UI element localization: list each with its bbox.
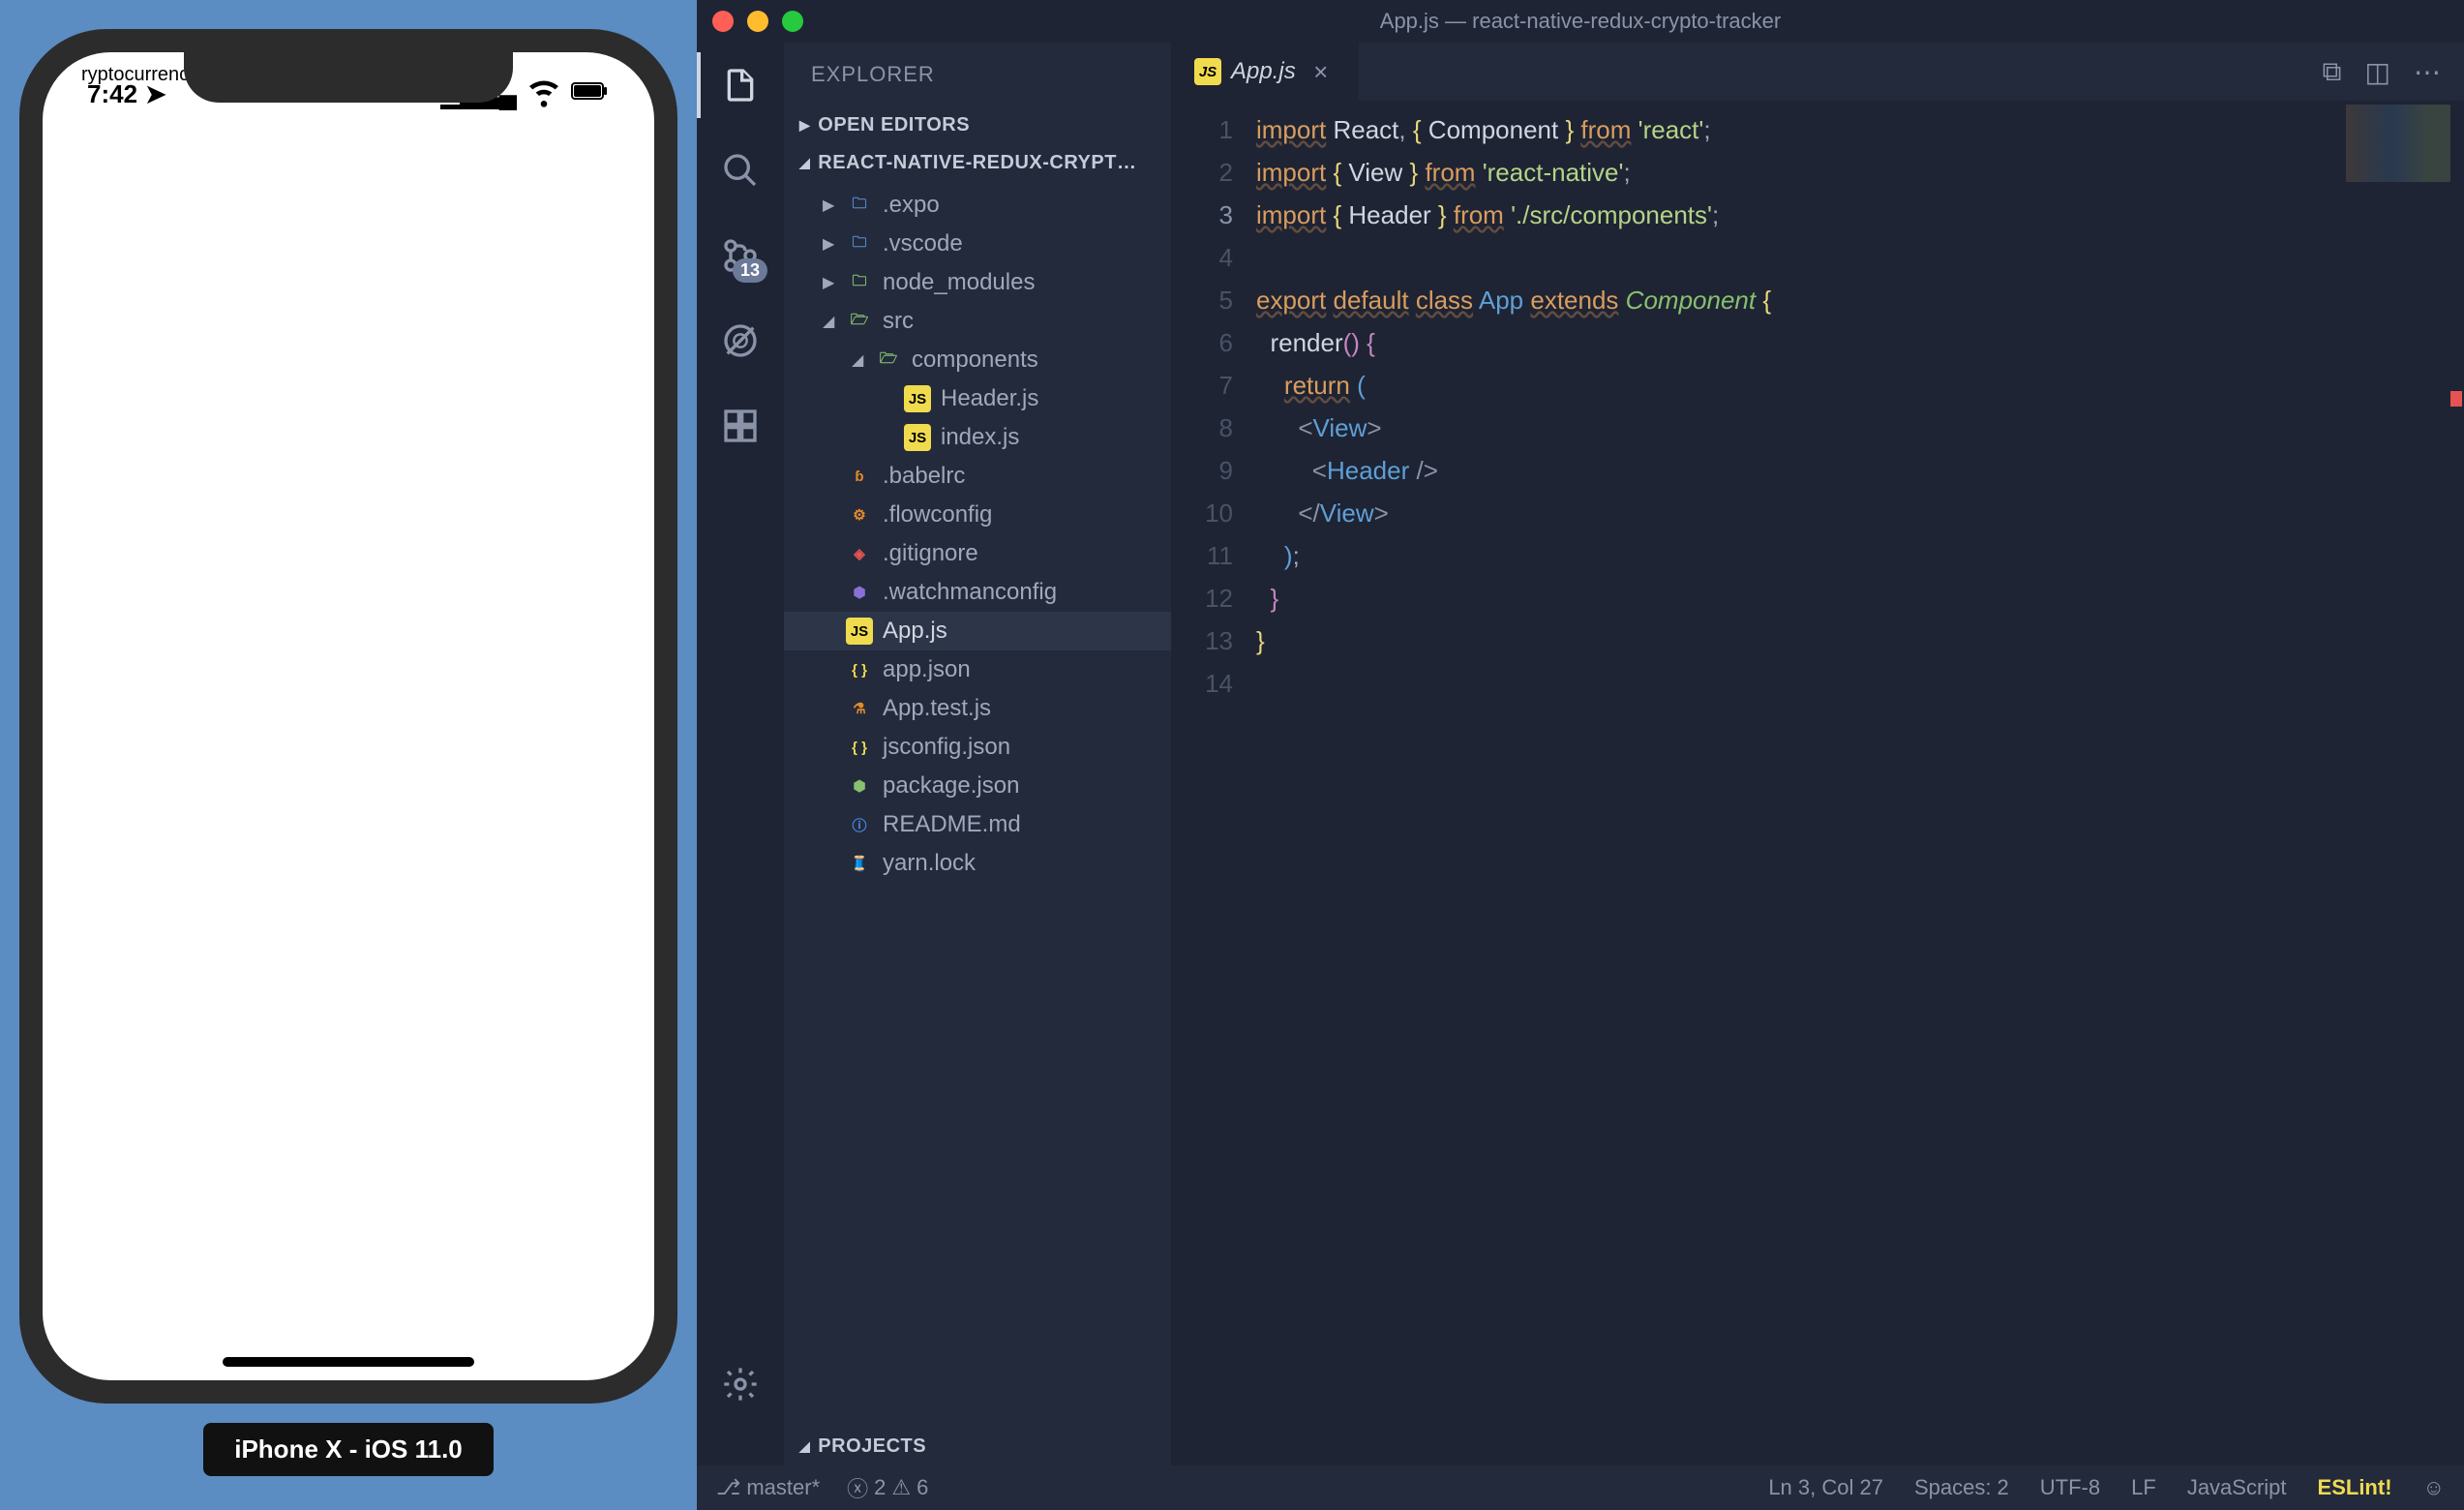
tabs-row: JS App.js × ⧉ ◫ ⋯ <box>1171 43 2464 101</box>
source-control-icon[interactable]: 13 <box>717 232 764 279</box>
editor-actions: ⧉ ◫ ⋯ <box>2323 56 2464 88</box>
tree-file-package-json[interactable]: ⬢package.json <box>784 767 1171 805</box>
tree-folder-node-modules[interactable]: ▶🗀node_modules <box>784 263 1171 302</box>
app-title-clipped: ryptocurrenc <box>81 64 189 86</box>
code-editor[interactable]: 1 2 3 4 5 6 7 8 9 10 11 12 13 14 import … <box>1171 101 2464 1465</box>
open-editors-section[interactable]: ▶OPEN EDITORS <box>784 106 1171 144</box>
close-window-button[interactable] <box>712 11 734 32</box>
home-indicator[interactable] <box>223 1357 474 1367</box>
minimize-window-button[interactable] <box>747 11 768 32</box>
workspace-section[interactable]: ◢REACT-NATIVE-REDUX-CRYPT… <box>784 144 1171 182</box>
debug-icon[interactable] <box>717 317 764 364</box>
split-editor-icon[interactable]: ◫ <box>2365 56 2390 88</box>
code-content[interactable]: import React, { Component } from 'react'… <box>1256 101 2464 1465</box>
git-branch[interactable]: ⎇ master* <box>716 1475 820 1500</box>
search-icon[interactable] <box>717 147 764 194</box>
tree-file-flowconfig[interactable]: ⚙.flowconfig <box>784 496 1171 534</box>
settings-gear-icon[interactable] <box>717 1361 764 1407</box>
error-icon: ⓧ <box>847 1472 868 1503</box>
tab-close-icon[interactable]: × <box>1306 57 1336 87</box>
extensions-icon[interactable] <box>717 403 764 449</box>
feedback-icon[interactable]: ☺ <box>2423 1475 2445 1500</box>
compare-icon[interactable]: ⧉ <box>2323 56 2342 88</box>
file-tree: ▶🗀.expo ▶🗀.vscode ▶🗀node_modules ◢🗁src ◢… <box>784 182 1171 887</box>
cursor-position[interactable]: Ln 3, Col 27 <box>1768 1475 1883 1500</box>
tree-file-watchmanconfig[interactable]: ⬢.watchmanconfig <box>784 573 1171 612</box>
line-number-gutter: 1 2 3 4 5 6 7 8 9 10 11 12 13 14 <box>1171 101 1256 1465</box>
phone-notch <box>184 52 513 103</box>
indentation[interactable]: Spaces: 2 <box>1914 1475 2009 1500</box>
tree-folder-vscode[interactable]: ▶🗀.vscode <box>784 225 1171 263</box>
editor-area: JS App.js × ⧉ ◫ ⋯ 1 2 3 4 5 6 <box>1171 43 2464 1465</box>
projects-section[interactable]: ◢PROJECTS <box>784 1428 1171 1465</box>
branch-icon: ⎇ <box>716 1475 740 1500</box>
ios-simulator-panel: ryptocurrenc 7:42 ➤ ▁▂▃▄ i <box>0 0 697 1510</box>
simulator-device-label: iPhone X - iOS 11.0 <box>203 1423 494 1476</box>
scm-badge: 13 <box>733 258 767 283</box>
battery-icon <box>571 72 610 117</box>
tree-file-gitignore[interactable]: ◈.gitignore <box>784 534 1171 573</box>
tree-file-yarn-lock[interactable]: 🧵yarn.lock <box>784 844 1171 883</box>
more-actions-icon[interactable]: ⋯ <box>2414 56 2441 88</box>
tree-file-header-js[interactable]: JSHeader.js <box>784 379 1171 418</box>
eol[interactable]: LF <box>2131 1475 2156 1500</box>
tree-file-readme-md[interactable]: ⓘREADME.md <box>784 805 1171 844</box>
activity-bar: 13 <box>697 43 784 1465</box>
status-bar: ⎇ master* ⓧ 2 ⚠ 6 Ln 3, Col 27 Spaces: 2… <box>697 1465 2464 1510</box>
window-controls <box>712 11 803 32</box>
explorer-icon[interactable] <box>717 62 764 108</box>
tree-file-index-js[interactable]: JSindex.js <box>784 418 1171 457</box>
wifi-icon <box>525 72 563 117</box>
tree-file-babelrc[interactable]: ɓ.babelrc <box>784 457 1171 496</box>
warning-icon: ⚠ <box>891 1475 911 1500</box>
problems-indicator[interactable]: ⓧ 2 ⚠ 6 <box>847 1472 928 1503</box>
tree-folder-src[interactable]: ◢🗁src <box>784 302 1171 341</box>
vscode-window: App.js — react-native-redux-crypto-track… <box>697 0 2464 1510</box>
sidebar-explorer: EXPLORER ▶OPEN EDITORS ◢REACT-NATIVE-RED… <box>784 43 1171 1465</box>
tree-file-app-json[interactable]: { }app.json <box>784 650 1171 689</box>
file-icon-js: JS <box>1194 58 1221 85</box>
tab-label: App.js <box>1231 58 1296 85</box>
tree-folder-components[interactable]: ◢🗁components <box>784 341 1171 379</box>
tab-app-js[interactable]: JS App.js × <box>1171 43 1359 101</box>
tree-file-app-test-js[interactable]: ⚗App.test.js <box>784 689 1171 728</box>
tree-file-jsconfig-json[interactable]: { }jsconfig.json <box>784 728 1171 767</box>
language-mode[interactable]: JavaScript <box>2187 1475 2287 1500</box>
window-title: App.js — react-native-redux-crypto-track… <box>1380 9 1781 34</box>
maximize-window-button[interactable] <box>782 11 803 32</box>
tree-file-app-js[interactable]: JSApp.js <box>784 612 1171 650</box>
sidebar-header: EXPLORER <box>784 43 1171 106</box>
encoding[interactable]: UTF-8 <box>2040 1475 2100 1500</box>
phone-screen[interactable]: ryptocurrenc 7:42 ➤ ▁▂▃▄ <box>43 52 654 1380</box>
tree-folder-expo[interactable]: ▶🗀.expo <box>784 186 1171 225</box>
titlebar[interactable]: App.js — react-native-redux-crypto-track… <box>697 0 2464 43</box>
eslint-status[interactable]: ESLint! <box>2318 1475 2392 1500</box>
error-marker[interactable] <box>2450 391 2462 407</box>
minimap[interactable] <box>2334 105 2450 182</box>
phone-frame: ryptocurrenc 7:42 ➤ ▁▂▃▄ <box>19 29 677 1404</box>
